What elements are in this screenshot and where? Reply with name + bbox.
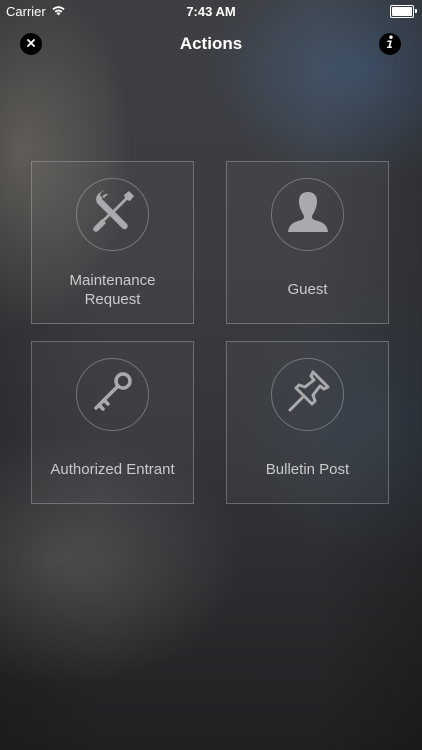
maintenance-request-icon-circle xyxy=(76,178,149,251)
status-right xyxy=(390,5,417,18)
person-icon xyxy=(286,188,330,241)
key-icon xyxy=(89,368,137,421)
maintenance-request-label-line-1: Maintenance xyxy=(69,272,156,289)
status-time: 7:43 AM xyxy=(186,4,236,19)
bulletin-post-tile[interactable]: Bulletin Post xyxy=(226,341,389,504)
guest-tile[interactable]: Guest xyxy=(226,161,389,324)
bulletin-post-icon-circle xyxy=(271,358,344,431)
bulletin-post-label: Bulletin Post xyxy=(265,461,350,478)
battery-icon xyxy=(390,5,417,18)
authorized-entrant-icon-circle xyxy=(76,358,149,431)
nav-bar: Actions xyxy=(0,22,422,66)
maintenance-request-tile[interactable]: Maintenance Request xyxy=(31,161,194,324)
pushpin-icon xyxy=(284,368,332,421)
actions-screen: Carrier 7:43 AM Actions Maintenance Requ… xyxy=(0,0,422,750)
tools-icon xyxy=(89,188,137,241)
guest-icon-circle xyxy=(271,178,344,251)
guest-label: Guest xyxy=(287,281,328,298)
maintenance-request-label-line-2: Request xyxy=(84,291,141,308)
maintenance-request-label: Maintenance Request xyxy=(36,271,189,309)
authorized-entrant-tile[interactable]: Authorized Entrant xyxy=(31,341,194,504)
info-button[interactable] xyxy=(379,33,401,55)
authorized-entrant-label: Authorized Entrant xyxy=(50,461,175,478)
battery-level xyxy=(392,7,412,16)
info-icon xyxy=(384,35,396,54)
page-title: Actions xyxy=(179,34,243,53)
status-bar: Carrier 7:43 AM xyxy=(0,0,422,22)
